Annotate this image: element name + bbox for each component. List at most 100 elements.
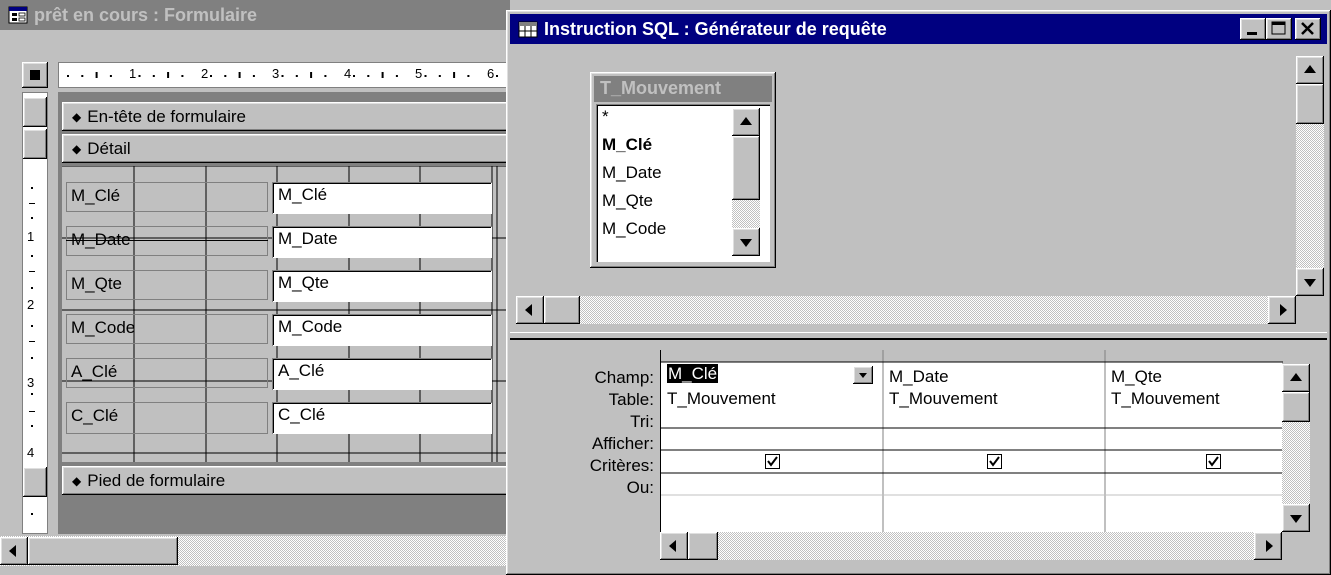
scroll-up-button[interactable] (1282, 364, 1310, 392)
control-textbox[interactable]: M_Code (272, 314, 492, 346)
ruler-tick (438, 75, 441, 77)
grid-vscrollbar[interactable] (1282, 364, 1310, 532)
arrow-left-icon (669, 540, 676, 552)
ruler-tick (138, 75, 141, 77)
field-list-item[interactable]: M_Qte (602, 191, 653, 211)
ruler-tick (67, 75, 69, 77)
scroll-up-button[interactable] (1296, 56, 1324, 84)
scroll-thumb[interactable] (688, 532, 718, 560)
control-label[interactable]: M_Date (66, 226, 268, 256)
table-pane-vscrollbar[interactable] (1296, 56, 1324, 296)
control-textbox[interactable]: A_Clé (272, 358, 492, 390)
query-window-title: Instruction SQL : Générateur de requête (544, 18, 887, 39)
ruler-tick (453, 72, 456, 78)
scroll-thumb[interactable] (28, 537, 178, 565)
grid-cell-table[interactable]: T_Mouvement (883, 386, 1105, 412)
scroll-left-button[interactable] (516, 296, 544, 324)
vruler-number: 4 (27, 445, 35, 460)
ruler-tick (424, 75, 427, 77)
scroll-thumb[interactable] (1296, 84, 1324, 124)
scroll-right-button[interactable] (1268, 296, 1296, 324)
form-window-titlebar[interactable]: prêt en cours : Formulaire (0, 0, 510, 30)
ruler-tick (295, 75, 298, 77)
query-icon (518, 21, 538, 38)
vruler-number: 2 (27, 297, 35, 312)
grid-cell-afficher[interactable] (883, 452, 1105, 477)
field-list-titlebar[interactable]: T_Mouvement (594, 76, 772, 102)
control-label[interactable]: M_Code (66, 314, 268, 344)
maximize-button[interactable] (1266, 18, 1292, 40)
scroll-thumb[interactable] (1282, 392, 1310, 422)
ruler-number: 4 (344, 66, 352, 81)
grid-cell-afficher[interactable] (1105, 452, 1283, 474)
grid-cell-table[interactable]: T_Mouvement (1105, 386, 1283, 412)
field-list-box[interactable]: * M_Clé M_Date M_Qte M_Code (596, 104, 770, 262)
ruler-tick (310, 72, 313, 78)
scroll-left-button[interactable] (0, 537, 28, 565)
query-design-grid[interactable]: M_Clé T_Mouvement M_Date T_Mouvement M_Q… (660, 350, 1283, 532)
control-textbox[interactable]: M_Qte (272, 270, 492, 302)
control-textbox[interactable]: M_Date (272, 226, 492, 258)
control-textbox[interactable]: C_Clé (272, 402, 492, 434)
arrow-left-icon (525, 304, 532, 316)
checkbox-checked-icon[interactable] (986, 454, 1002, 469)
checkbox-checked-icon[interactable] (1206, 454, 1221, 469)
field-list-window[interactable]: T_Mouvement * M_Clé M_Date M_Qte M_Code (590, 72, 776, 268)
section-arrow-icon: ◆ (72, 109, 82, 124)
minimize-button[interactable] (1240, 18, 1266, 40)
control-label[interactable]: M_Qte (66, 270, 268, 300)
grid-hscrollbar[interactable] (660, 532, 1282, 560)
form-window: prêt en cours : Formulaire 1 2 3 4 5 6 1… (0, 0, 510, 575)
grid-cell-champ-selected[interactable]: M_Clé (661, 364, 883, 386)
arrow-right-icon (1280, 304, 1287, 316)
control-textbox[interactable]: M_Clé (272, 182, 492, 214)
section-footer-bar[interactable]: ◆ Pied de formulaire (62, 466, 508, 496)
vruler-number: 3 (27, 375, 35, 390)
ruler-tick (109, 75, 112, 77)
section-arrow-icon: ◆ (72, 473, 82, 488)
ruler-tick (467, 75, 470, 77)
scroll-down-button[interactable] (1296, 268, 1324, 296)
control-label[interactable]: C_Clé (66, 402, 268, 434)
scroll-right-button[interactable] (1254, 532, 1282, 560)
ruler-tick (353, 75, 355, 77)
ruler-tick (181, 75, 184, 77)
field-list-item-primary-key[interactable]: M_Clé (602, 135, 652, 155)
arrow-up-icon (1290, 373, 1302, 381)
form-selector-box[interactable] (22, 62, 48, 88)
section-header-bar[interactable]: ◆ En-tête de formulaire (62, 102, 508, 132)
pane-splitter[interactable] (510, 332, 1327, 340)
control-label[interactable]: M_Clé (66, 182, 268, 212)
query-window: Instruction SQL : Générateur de requête … (506, 10, 1331, 575)
checkbox-checked-icon[interactable] (764, 454, 780, 469)
ruler-tick (95, 72, 98, 78)
ruler-number: 5 (415, 66, 423, 81)
section-detail-bar[interactable]: ◆ Détail (62, 134, 508, 164)
field-list-scrollbar[interactable] (732, 108, 760, 256)
table-pane-hscrollbar[interactable] (516, 296, 1296, 324)
champ-dropdown-button[interactable] (853, 366, 873, 384)
vruler-number: 1 (27, 229, 35, 244)
table-pane[interactable]: T_Mouvement * M_Clé M_Date M_Qte M_Code (510, 48, 1327, 330)
field-list-item[interactable]: * (602, 107, 609, 127)
field-list-title: T_Mouvement (600, 78, 722, 98)
field-list-item[interactable]: M_Date (602, 163, 662, 183)
row-label-afficher: Afficher: (591, 434, 654, 453)
grid-cell-afficher[interactable] (661, 452, 883, 477)
control-label[interactable]: A_Clé (66, 358, 268, 388)
scroll-thumb[interactable] (732, 136, 760, 200)
champ-value: M_Clé (667, 364, 719, 383)
ruler-number: 6 (487, 66, 495, 81)
field-list-item[interactable]: M_Code (602, 219, 666, 239)
scroll-up-button[interactable] (732, 108, 760, 136)
scroll-down-button[interactable] (732, 228, 760, 256)
close-button[interactable] (1295, 18, 1321, 40)
scroll-down-button[interactable] (1282, 504, 1310, 532)
scroll-left-button[interactable] (660, 532, 688, 560)
arrow-down-icon (1304, 279, 1316, 287)
grid-cell-table[interactable]: T_Mouvement (661, 386, 883, 412)
form-horizontal-scrollbar[interactable] (0, 536, 510, 566)
query-window-titlebar[interactable]: Instruction SQL : Générateur de requête (510, 14, 1327, 44)
scroll-thumb[interactable] (544, 296, 580, 324)
guide-line (66, 240, 268, 241)
